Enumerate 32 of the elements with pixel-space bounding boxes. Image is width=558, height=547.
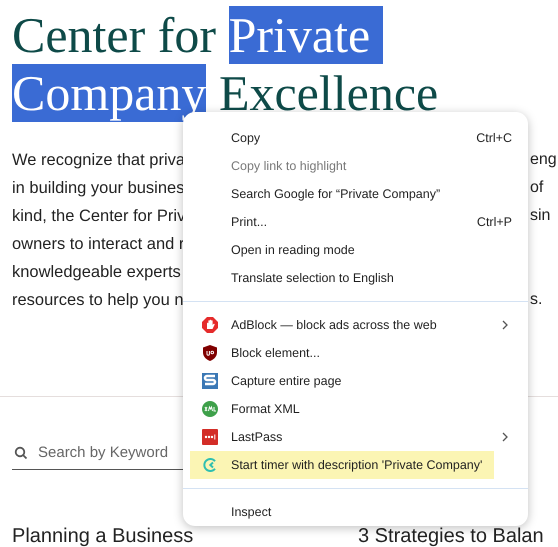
heading-text: Company [12, 64, 206, 122]
menu-item[interactable]: Print... Ctrl+P [190, 208, 520, 236]
paragraph-text: sin [530, 206, 550, 226]
clock-arrow-icon [202, 457, 218, 473]
menu-item[interactable]: Translate selection to English [190, 264, 520, 292]
article-title[interactable]: Planning a Business [12, 528, 358, 545]
menu-item[interactable]: Block element... [190, 339, 520, 367]
paragraph-text: eng [530, 150, 557, 170]
shortcut-text: Ctrl+C [476, 131, 512, 145]
heading-text: Excellence [218, 64, 438, 122]
shield-icon [202, 345, 218, 361]
menu-item[interactable]: Search Google for “Private Company” [190, 180, 520, 208]
heading-text: Private [228, 6, 383, 64]
shortcut-text: Ctrl+P [476, 215, 512, 229]
heading-text: Center for [12, 6, 218, 64]
hand-stop-icon [202, 317, 218, 333]
paragraph-text: of [530, 178, 544, 198]
menu-item[interactable]: Inspect [190, 498, 520, 526]
menu-item[interactable]: Copy Ctrl+C [190, 124, 520, 152]
letter-s-icon [202, 373, 218, 389]
menu-item[interactable]: Capture entire page [190, 367, 520, 395]
paragraph-text: s. [530, 290, 542, 310]
menu-item[interactable]: AdBlock — block ads across the web [190, 311, 520, 339]
article-title[interactable]: 3 Strategies to Balan [358, 528, 544, 545]
xml-icon [202, 401, 218, 417]
search-icon [14, 446, 28, 460]
menu-item[interactable]: Format XML [190, 395, 520, 423]
dots-icon [202, 429, 218, 445]
paragraph-text: in building your busines [12, 178, 184, 199]
paragraph-text: resources to help you n [12, 290, 184, 311]
paragraph-text: knowledgeable experts [12, 262, 181, 283]
menu-item[interactable]: Open in reading mode [190, 236, 520, 264]
